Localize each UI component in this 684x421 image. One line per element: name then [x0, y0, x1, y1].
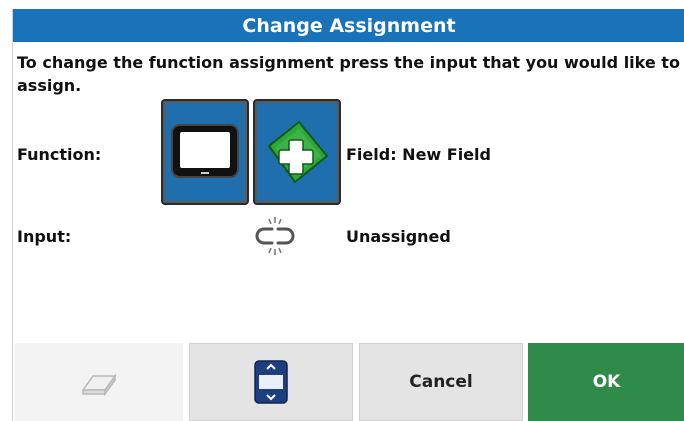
function-value: Field: New Field — [346, 145, 491, 164]
ok-button[interactable]: OK — [528, 343, 684, 421]
display-tile[interactable] — [161, 99, 249, 205]
broken-link-icon — [253, 216, 297, 256]
erase-button[interactable] — [15, 343, 183, 421]
change-assignment-dialog: Change Assignment To change the function… — [12, 9, 684, 421]
dialog-title: Change Assignment — [13, 9, 684, 42]
new-field-tile[interactable] — [253, 99, 341, 205]
eraser-icon — [81, 373, 117, 396]
display-icon — [171, 124, 239, 178]
instruction-text: To change the function assignment press … — [17, 53, 680, 95]
input-label: Input: — [17, 227, 72, 246]
input-value: Unassigned — [346, 227, 451, 246]
new-field-icon — [267, 120, 329, 184]
scroll-list-button[interactable] — [189, 343, 353, 421]
cancel-button[interactable]: Cancel — [359, 343, 523, 421]
function-label: Function: — [17, 145, 102, 164]
scroll-list-icon — [254, 360, 288, 404]
button-bar: Cancel OK — [13, 343, 684, 421]
